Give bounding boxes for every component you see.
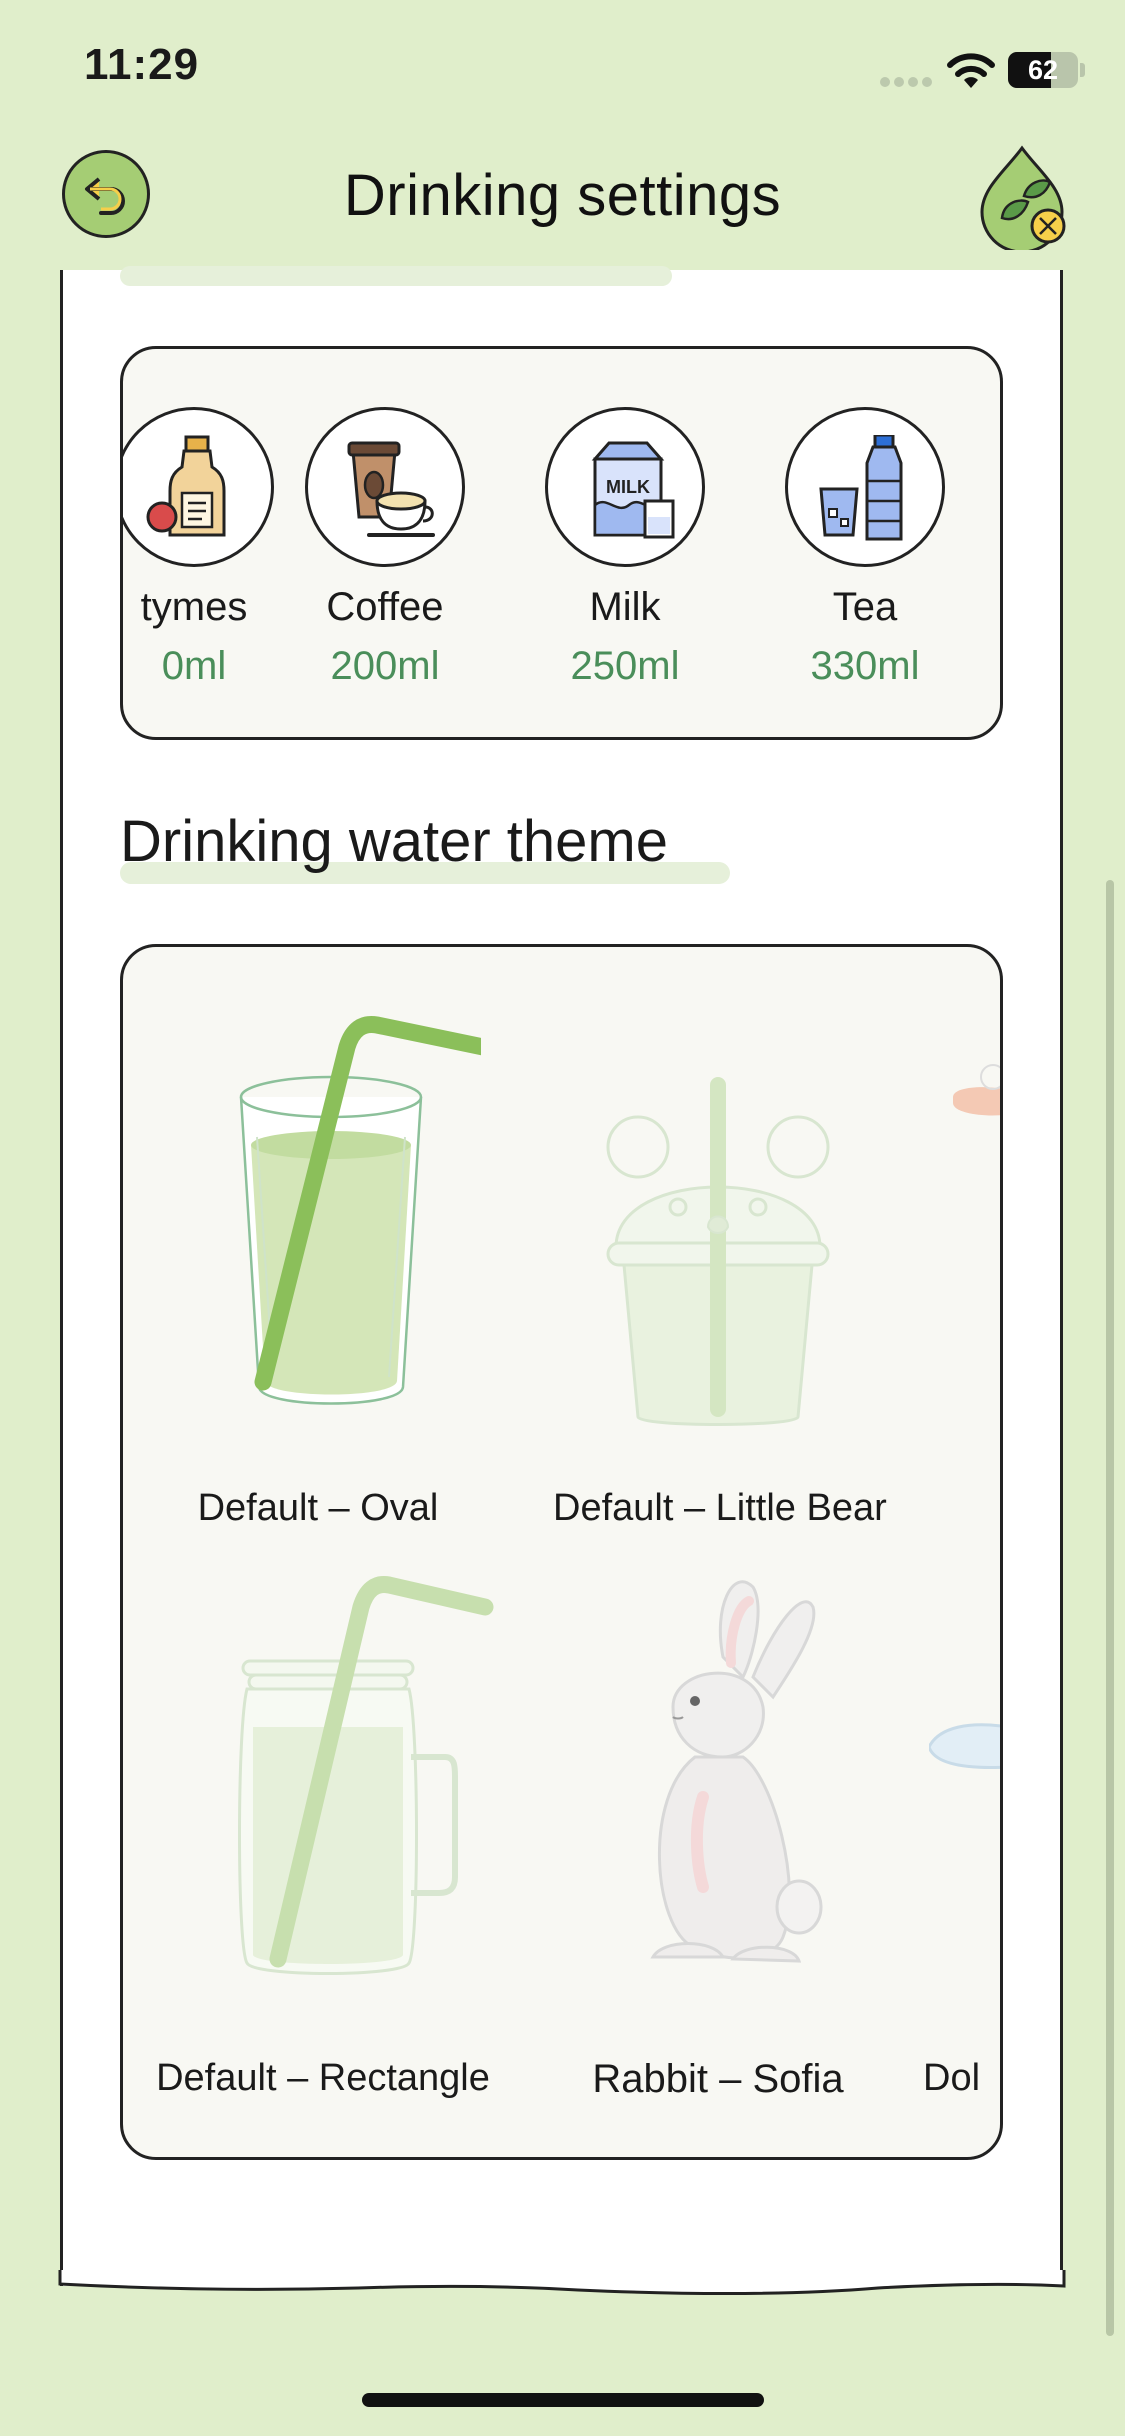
water-bottle-icon (819, 435, 903, 541)
status-time: 11:29 (84, 40, 200, 89)
card-wavy-bottom (58, 2270, 1066, 2296)
page-title: Drinking settings (343, 163, 782, 228)
theme-card-partial[interactable]: Dol (923, 1567, 1000, 2099)
oval-glass-image (239, 1015, 481, 1405)
theme-label: Default – Rectangle (156, 2057, 490, 2099)
water-drop-leaf-icon[interactable] (976, 144, 1072, 250)
little-bear-cup-image (606, 1077, 830, 1426)
theme-card-little-bear[interactable]: Default – Little Bear (553, 997, 887, 1529)
home-indicator[interactable] (362, 2393, 764, 2407)
hand-theme-image (953, 1064, 1000, 1116)
cellular-signal-icon (880, 74, 936, 87)
coffee-icon (347, 441, 435, 537)
drink-name: Tea (832, 585, 898, 629)
drink-name: tymes (140, 585, 248, 629)
theme-grid[interactable]: Default – Oval Default – Little Bear Def… (120, 944, 1003, 2160)
theme-label: Dol (923, 2057, 981, 2099)
previous-heading-underline (120, 266, 672, 286)
theme-label: Default – Little Bear (553, 1487, 887, 1529)
drink-icon-circle: MILK (545, 407, 705, 567)
status-bar: 11:29 62 (0, 0, 1125, 140)
theme-card-rabbit-sofia[interactable]: Rabbit – Sofia (563, 1567, 873, 2101)
drink-icon-circle (785, 407, 945, 567)
scrollbar[interactable] (1106, 880, 1114, 2336)
battery-tip (1080, 63, 1085, 77)
wifi-icon (947, 53, 995, 88)
drink-icon-circle (305, 407, 465, 567)
drink-name: Milk (589, 585, 661, 629)
battery-icon: 62 (1008, 52, 1078, 88)
svg-text:MILK: MILK (606, 477, 650, 497)
drink-amount: 250ml (570, 644, 680, 688)
navigation-bar: Drinking settings (0, 140, 1125, 270)
theme-label: Default – Oval (197, 1487, 439, 1529)
drink-types-list[interactable]: tymes 0ml Coffee 200ml MILK Milk 250ml T… (120, 346, 1003, 740)
rectangle-jar-image (238, 1576, 494, 1975)
section-heading: Drinking water theme (120, 809, 668, 874)
theme-card-rectangle[interactable]: Default – Rectangle (143, 1567, 503, 2099)
battery-level-text: 62 (1027, 55, 1059, 85)
dolphin-theme-image (929, 1723, 1000, 1769)
theme-card-oval[interactable]: Default – Oval (183, 997, 481, 1529)
drink-name: Coffee (326, 585, 444, 629)
bottle-icon (146, 435, 226, 537)
drink-item-coffee[interactable]: Coffee 200ml (290, 407, 480, 689)
drink-item[interactable]: tymes 0ml (123, 407, 289, 689)
drink-item-milk[interactable]: MILK Milk 250ml (530, 407, 720, 689)
drink-amount: 0ml (161, 644, 227, 688)
milk-icon: MILK (591, 441, 675, 539)
rabbit-image (650, 1580, 823, 1963)
drink-item-tea[interactable]: Tea 330ml (770, 407, 960, 689)
theme-label: Rabbit – Sofia (592, 2057, 844, 2101)
drink-amount: 200ml (330, 644, 440, 688)
drink-icon-circle (123, 407, 274, 567)
drink-amount: 330ml (810, 644, 920, 688)
